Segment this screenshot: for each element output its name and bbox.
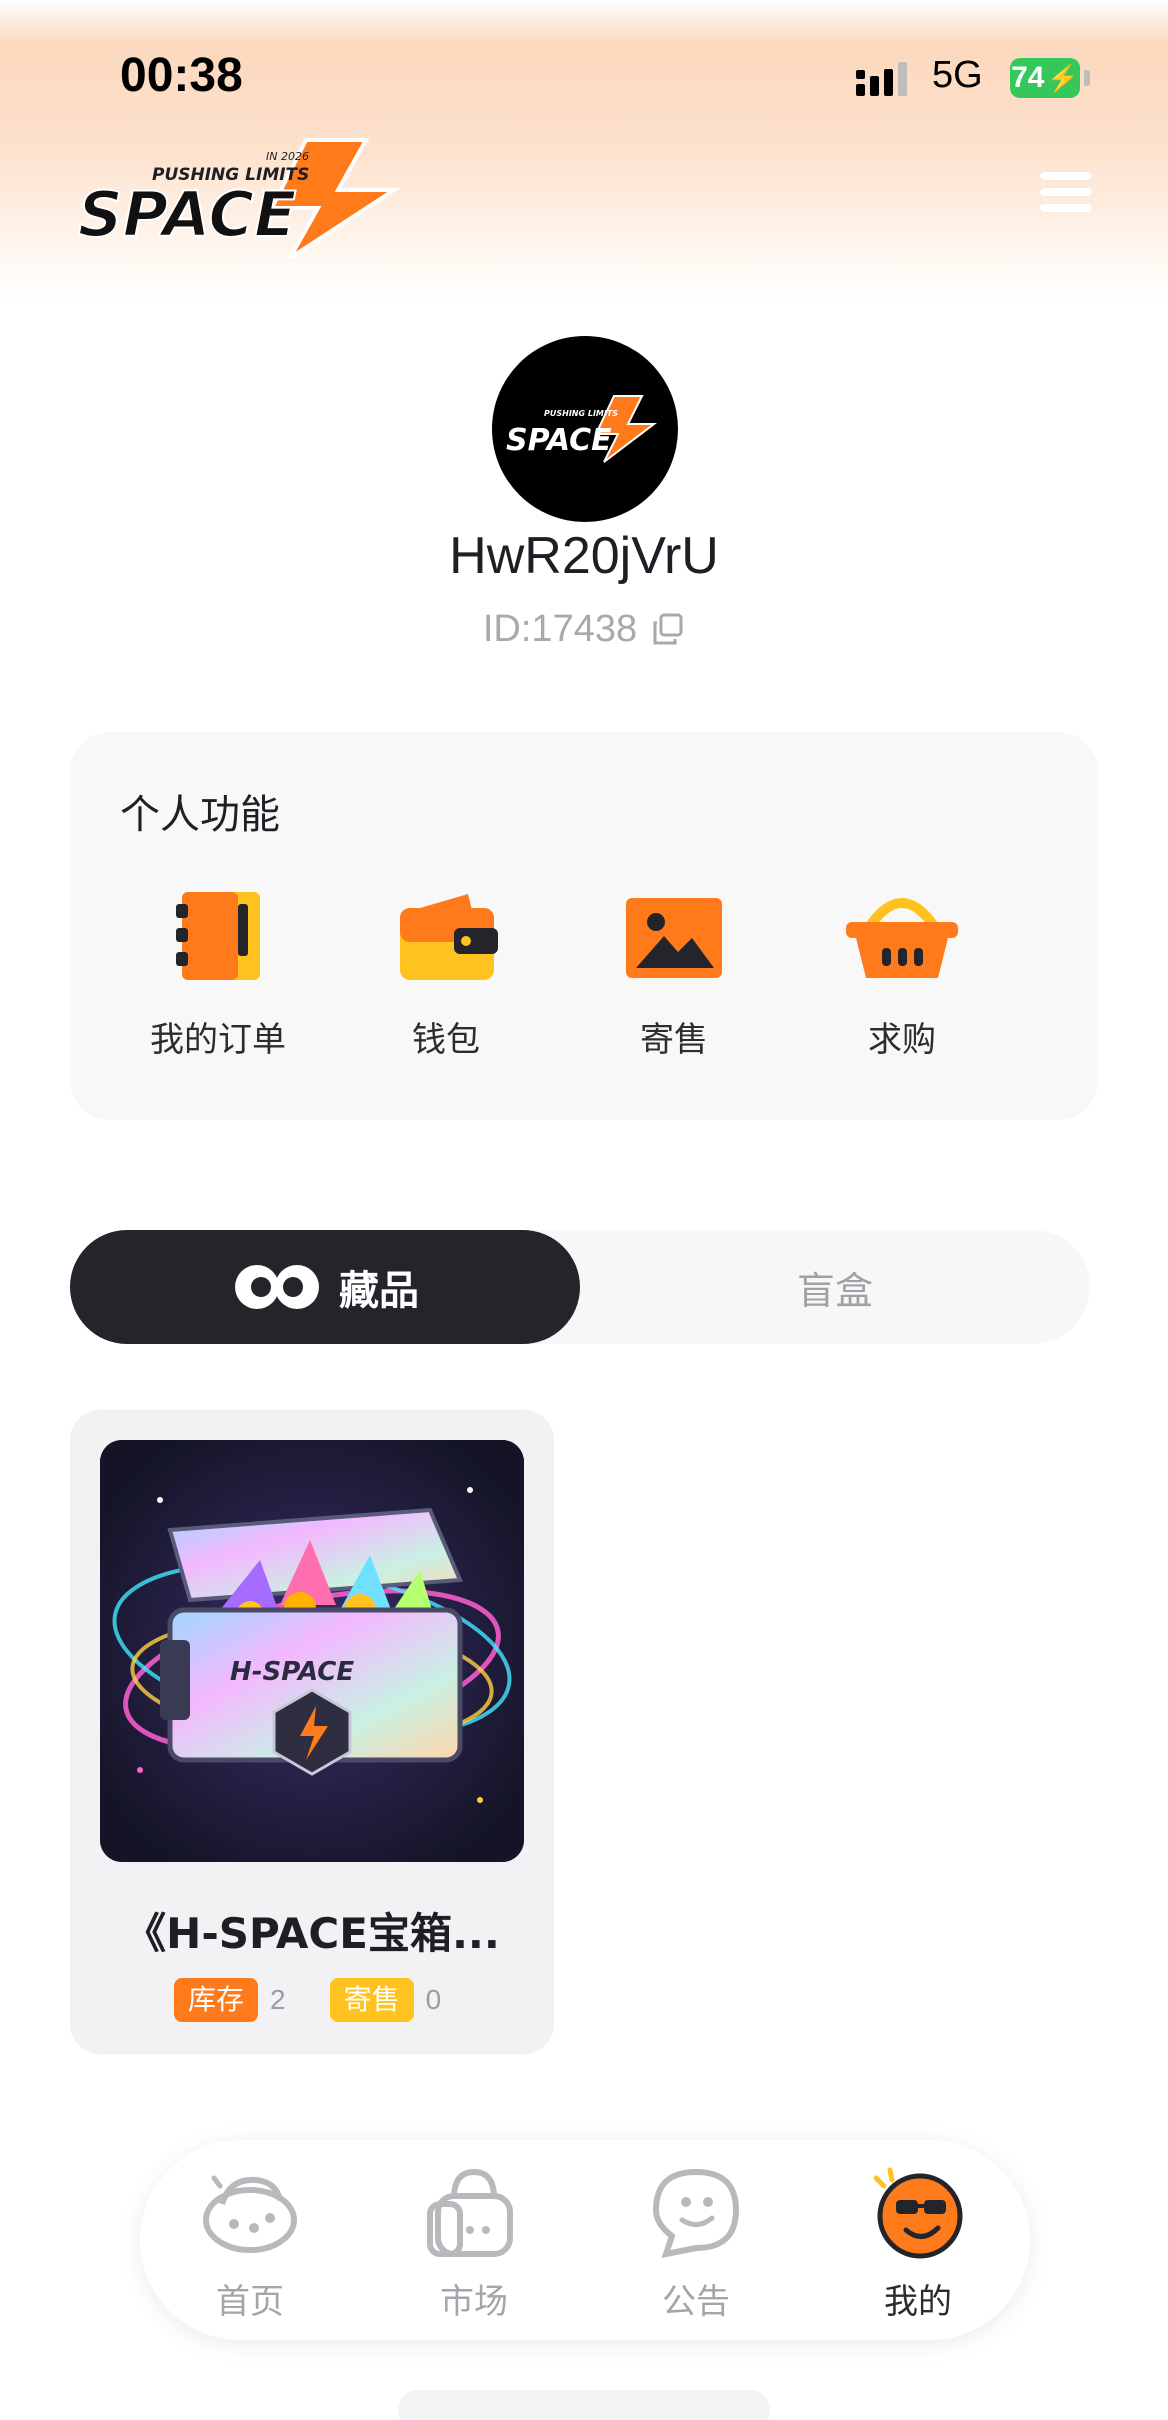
home-indicator	[398, 2390, 770, 2420]
my-orders-button[interactable]: 我的订单	[128, 886, 308, 1061]
order-book-icon	[176, 892, 260, 980]
tab-collections-label: 藏品	[339, 1268, 419, 1314]
image-consign-icon	[626, 898, 722, 978]
svg-text:PUSHING LIMITS: PUSHING LIMITS	[544, 409, 618, 418]
space-logo[interactable]: IN 2026 PUSHING LIMITS SPACE	[76, 132, 416, 262]
consign-button[interactable]: 寄售	[584, 886, 764, 1061]
nav-mine-label: 我的	[884, 2282, 952, 2322]
tab-blind-box-label: 盲盒	[796, 1268, 873, 1313]
consign-label: 寄售	[640, 1020, 708, 1060]
collection-item-name: 《H-SPACE宝箱...	[124, 1909, 500, 1958]
announcement-bubble-icon	[652, 2168, 740, 2258]
market-bag-icon	[427, 2168, 513, 2257]
nav-home-label: 首页	[216, 2282, 284, 2322]
menu-icon[interactable]	[1040, 172, 1092, 220]
nav-home[interactable]: 首页	[170, 2164, 330, 2323]
collection-tabs: 藏品 盲盒	[70, 1230, 1090, 1344]
user-id-row: ID:17438	[0, 608, 1168, 651]
status-bar: 00:38 5G 74 ⚡	[0, 44, 1168, 114]
consign-badge: 寄售	[329, 1978, 414, 2022]
battery-level: 74	[1011, 61, 1045, 94]
collection-item-card[interactable]: H-SPACE 《H-SPACE宝箱... 库存 2 寄售 0	[70, 1410, 554, 2054]
nav-announcements-label: 公告	[662, 2282, 730, 2322]
user-id: ID:17438	[482, 608, 638, 650]
nav-announcements[interactable]: 公告	[616, 2164, 776, 2323]
nav-market-label: 市场	[440, 2282, 508, 2322]
battery-icon: 74 ⚡	[1010, 58, 1080, 98]
signal-icon	[856, 62, 907, 96]
infinity-icon	[235, 1265, 319, 1309]
avatar-logo-icon: PUSHING LIMITS SPACE	[506, 395, 657, 463]
logo-text: SPACE	[78, 178, 296, 251]
wallet-icon	[400, 894, 498, 980]
collection-item-stats: 库存 2 寄售 0	[174, 1978, 485, 2022]
basket-icon	[846, 898, 958, 978]
username: HwR20jVrU	[449, 527, 719, 585]
purchase-request-button[interactable]: 求购	[812, 886, 992, 1061]
chest-illustration: H-SPACE	[100, 1440, 524, 1862]
my-orders-label: 我的订单	[150, 1020, 286, 1060]
consign-count: 0	[425, 1984, 442, 2015]
logo-year: IN 2026	[266, 150, 309, 163]
tab-collections[interactable]: 藏品	[70, 1230, 580, 1344]
nav-market[interactable]: 市场	[394, 2164, 554, 2323]
stock-count: 2	[270, 1984, 286, 2015]
stock-badge: 库存	[174, 1978, 259, 2022]
nav-mine[interactable]: 我的	[838, 2164, 998, 2323]
profile-face-icon	[873, 2167, 963, 2259]
network-type: 5G	[932, 54, 983, 96]
personal-functions-card: 个人功能 我的订单 钱包 寄售 求购	[70, 732, 1098, 1120]
tab-blind-box[interactable]: 盲盒	[580, 1230, 1090, 1344]
bottom-navigation: 首页 市场 公告 我的	[140, 2140, 1030, 2340]
status-time: 00:38	[120, 49, 243, 102]
copy-icon[interactable]	[651, 613, 685, 647]
wallet-label: 钱包	[412, 1020, 480, 1060]
chest-label: H-SPACE	[230, 1657, 354, 1687]
home-planet-icon	[203, 2175, 297, 2253]
functions-title: 个人功能	[120, 792, 280, 838]
battery-tip	[1084, 70, 1090, 86]
wallet-button[interactable]: 钱包	[356, 886, 536, 1061]
purchase-request-label: 求购	[868, 1020, 936, 1060]
avatar[interactable]: PUSHING LIMITS SPACE	[492, 336, 678, 522]
svg-text:SPACE: SPACE	[506, 423, 612, 458]
treasure-chest-image[interactable]: H-SPACE	[100, 1440, 524, 1862]
